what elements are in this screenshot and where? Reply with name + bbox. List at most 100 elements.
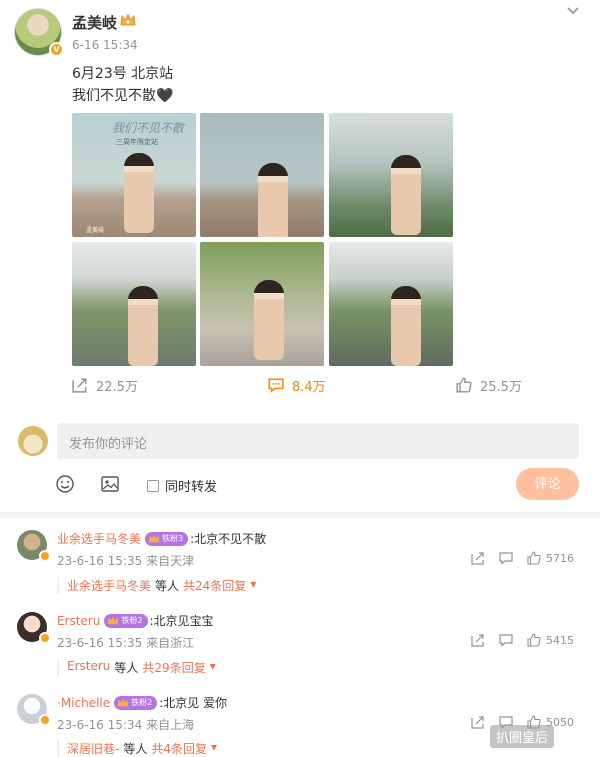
thumbs-up-icon bbox=[456, 377, 472, 393]
comment-location: 来自浙江 bbox=[146, 636, 195, 650]
commenter-name[interactable]: ·Michelle bbox=[57, 696, 110, 710]
crown-icon bbox=[117, 698, 129, 707]
post-image[interactable] bbox=[329, 242, 453, 366]
comment-item: Ersteru 铁粉2 :北京见宝宝 23-6-16 15:35 来自浙江 Er… bbox=[0, 604, 600, 686]
post-image[interactable] bbox=[200, 113, 324, 237]
comment-location: 来自天津 bbox=[146, 554, 195, 568]
comment-time: 23-6-16 15:35 bbox=[57, 554, 143, 568]
crown-icon bbox=[108, 616, 119, 625]
share-count: 22.5万 bbox=[96, 379, 138, 395]
fan-badge-label: 铁粉2 bbox=[131, 698, 153, 707]
figure bbox=[258, 163, 288, 237]
author-name[interactable]: 孟美岐 bbox=[72, 12, 117, 33]
fan-badge-label: 铁粉2 bbox=[121, 616, 143, 625]
comment-meta: 23-6-16 15:34 来自上海 bbox=[57, 716, 194, 733]
image-icon[interactable] bbox=[100, 474, 120, 494]
comment-like-count: 5716 bbox=[546, 551, 574, 565]
thumbs-up-icon bbox=[527, 551, 541, 565]
verified-badge-icon: V bbox=[49, 42, 64, 57]
comment-icon[interactable] bbox=[499, 551, 513, 565]
comment-header: Ersteru 铁粉2 :北京见宝宝 bbox=[57, 612, 214, 629]
reply-user[interactable]: 深居旧巷- bbox=[67, 740, 119, 757]
verified-badge-icon bbox=[39, 632, 51, 644]
comment-meta: 23-6-16 15:35 来自天津 bbox=[57, 552, 194, 569]
share-icon[interactable] bbox=[471, 715, 485, 729]
reply-summary[interactable]: 业余选手马冬美 等人 共24条回复 ▾ bbox=[57, 577, 256, 594]
comment-meta: 23-6-16 15:35 来自浙江 bbox=[57, 634, 194, 651]
post-time[interactable]: 6-16 15:34 bbox=[72, 38, 138, 52]
fan-badge: 铁粉3 bbox=[145, 531, 189, 546]
post-image[interactable] bbox=[200, 242, 324, 366]
reply-summary[interactable]: 深居旧巷- 等人 共4条回复 ▾ bbox=[57, 740, 217, 757]
commenter-name[interactable]: 业余选手马冬美 bbox=[57, 530, 141, 547]
watermark: 扒圈皇后 bbox=[490, 725, 555, 748]
fan-badge: 铁粉2 bbox=[104, 613, 148, 628]
divider bbox=[0, 512, 600, 518]
repost-label: 同时转发 bbox=[165, 480, 218, 495]
reply-mid: 等人 bbox=[114, 661, 139, 675]
comment-actions: 5415 bbox=[471, 633, 574, 647]
poster-title: 我们不见不散 bbox=[112, 121, 185, 135]
fan-badge-label: 铁粉3 bbox=[162, 534, 184, 543]
share-button[interactable]: 22.5万 bbox=[72, 373, 138, 397]
verified-badge-icon bbox=[39, 550, 51, 562]
comment-location: 来自上海 bbox=[146, 718, 195, 732]
figure bbox=[391, 155, 421, 235]
crown-icon bbox=[120, 13, 136, 26]
poster-mark: 孟美岐 bbox=[86, 227, 105, 234]
crown-icon bbox=[148, 534, 160, 543]
verified-badge-icon bbox=[39, 714, 51, 726]
post-text-line-2: 我们不见不散🖤 bbox=[72, 88, 174, 104]
comment-time: 23-6-16 15:34 bbox=[57, 718, 143, 732]
comment-text: :北京不见不散 bbox=[190, 532, 267, 546]
reply-count[interactable]: 共4条回复 bbox=[151, 740, 207, 757]
caret-down-icon: ▾ bbox=[211, 740, 218, 754]
comment-actions: 5716 bbox=[471, 551, 574, 565]
reply-count[interactable]: 共24条回复 bbox=[183, 577, 246, 594]
share-icon[interactable] bbox=[471, 633, 485, 647]
comment-like-button[interactable]: 5716 bbox=[527, 551, 574, 565]
post-image[interactable] bbox=[72, 242, 196, 366]
comment-text: :北京见 爱你 bbox=[159, 696, 228, 710]
like-count: 25.5万 bbox=[480, 379, 522, 395]
comment-icon[interactable] bbox=[499, 633, 513, 647]
comment-item: 业余选手马冬美 铁粉3 :北京不见不散 23-6-16 15:35 来自天津 业… bbox=[0, 522, 600, 604]
post-image[interactable] bbox=[329, 113, 453, 237]
comment-header: ·Michelle 铁粉2 :北京见 爱你 bbox=[57, 694, 227, 711]
checkbox-box[interactable] bbox=[147, 479, 159, 492]
figure bbox=[254, 280, 284, 360]
post-text-line-1: 6月23号 北京站 bbox=[72, 66, 174, 82]
comment-time: 23-6-16 15:35 bbox=[57, 636, 143, 650]
figure bbox=[128, 286, 158, 366]
poster-subtitle: 三周年限定站 bbox=[116, 138, 158, 146]
reply-count[interactable]: 共29条回复 bbox=[142, 659, 205, 676]
thumbs-up-icon bbox=[527, 633, 541, 647]
figure bbox=[391, 286, 421, 366]
comment-like-count: 5415 bbox=[546, 633, 574, 647]
like-button[interactable]: 25.5万 bbox=[456, 373, 522, 397]
weibo-post: V 孟美岐 6-16 15:34 6月23号 北京站 我们不见不散🖤 我们不见不… bbox=[0, 0, 600, 512]
reply-summary[interactable]: Ersteru 等人 共29条回复 ▾ bbox=[57, 659, 216, 676]
submit-comment-button[interactable]: 评论 bbox=[516, 468, 579, 500]
reply-mid: 等人 bbox=[155, 579, 180, 593]
share-icon bbox=[72, 378, 87, 393]
comment-count: 8.4万 bbox=[292, 379, 326, 395]
fan-badge: 铁粉2 bbox=[114, 695, 158, 710]
chevron-down-icon[interactable] bbox=[565, 4, 581, 18]
my-avatar[interactable] bbox=[18, 426, 48, 456]
commenter-name[interactable]: Ersteru bbox=[57, 614, 100, 628]
share-icon[interactable] bbox=[471, 551, 485, 565]
repost-checkbox[interactable]: 同时转发 bbox=[147, 476, 217, 495]
comment-text: :北京见宝宝 bbox=[149, 614, 214, 628]
reply-user[interactable]: 业余选手马冬美 bbox=[67, 577, 151, 594]
comment-icon bbox=[268, 378, 284, 393]
comment-header: 业余选手马冬美 铁粉3 :北京不见不散 bbox=[57, 530, 266, 547]
comment-input[interactable]: 发布你的评论 bbox=[57, 423, 579, 459]
emoji-icon[interactable] bbox=[55, 474, 75, 494]
figure bbox=[124, 153, 154, 233]
caret-down-icon: ▾ bbox=[209, 659, 216, 673]
comment-button[interactable]: 8.4万 bbox=[268, 373, 326, 397]
comment-like-button[interactable]: 5415 bbox=[527, 633, 574, 647]
post-image[interactable]: 我们不见不散 三周年限定站 孟美岐 bbox=[72, 113, 196, 237]
reply-user[interactable]: Ersteru bbox=[67, 659, 110, 676]
